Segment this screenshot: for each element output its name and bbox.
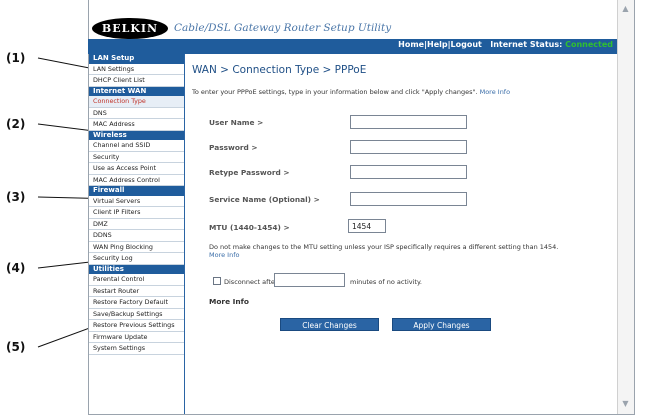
sidebar-item-wan-ping-blocking[interactable]: WAN Ping Blocking (89, 242, 184, 253)
mtu-note: Do not make changes to the MTU setting u… (209, 243, 574, 259)
more-info-link[interactable]: More Info (209, 298, 249, 306)
sidebar-section-internet-wan: Internet WAN (89, 86, 184, 96)
sidebar-section-firewall: Firewall (89, 186, 184, 196)
callout-3: (3) (6, 190, 26, 204)
sidebar-item-system-settings[interactable]: System Settings (89, 343, 184, 355)
sidebar-item-security[interactable]: Security (89, 152, 184, 163)
disconnect-checkbox[interactable] (213, 277, 221, 285)
retype-password-label: Retype Password > (209, 168, 290, 177)
callout-2: (2) (6, 117, 26, 131)
sidebar-item-dns[interactable]: DNS (89, 108, 184, 119)
password-label: Password > (209, 143, 258, 152)
username-label: User Name > (209, 118, 264, 127)
mtu-note-text: Do not make changes to the MTU setting u… (209, 243, 559, 251)
service-name-input[interactable] (350, 192, 467, 206)
internet-status-value: Connected (565, 40, 613, 49)
belkin-logo: BELKIN (92, 18, 168, 39)
vertical-scrollbar[interactable]: ▲ ▼ (617, 0, 634, 414)
internet-status-label: Internet Status: (490, 40, 563, 49)
main-content: WAN > Connection Type > PPPoE To enter y… (192, 54, 612, 414)
scroll-up-icon[interactable]: ▲ (621, 4, 630, 13)
sidebar-item-mac-address-control[interactable]: MAC Address Control (89, 175, 184, 186)
sidebar-item-access-point[interactable]: Use as Access Point (89, 163, 184, 175)
disconnect-suffix: minutes of no activity. (350, 278, 422, 286)
username-input[interactable] (350, 115, 467, 129)
sidebar-item-restart-router[interactable]: Restart Router (89, 286, 184, 297)
app-title: Cable/DSL Gateway Router Setup Utility (174, 22, 392, 34)
sidebar-item-connection-type[interactable]: Connection Type (89, 96, 184, 108)
password-input[interactable] (350, 140, 467, 154)
intro-text: To enter your PPPoE settings, type in yo… (192, 88, 577, 96)
sidebar-item-mac-address[interactable]: MAC Address (89, 119, 184, 131)
top-nav-bar: Home|Help|Logout Internet Status: Connec… (88, 39, 617, 54)
disconnect-prefix: Disconnect after (224, 278, 278, 286)
sidebar-item-restore-previous-settings[interactable]: Restore Previous Settings (89, 320, 184, 332)
service-name-label: Service Name (Optional) > (209, 195, 320, 204)
scroll-down-icon[interactable]: ▼ (621, 399, 630, 408)
help-link[interactable]: Help (427, 40, 448, 49)
mtu-label: MTU (1440-1454) > (209, 223, 290, 232)
sidebar-section-lan-setup: LAN Setup (89, 54, 184, 64)
sidebar-item-security-log[interactable]: Security Log (89, 253, 184, 265)
sidebar-item-restore-factory-default[interactable]: Restore Factory Default (89, 297, 184, 309)
sidebar-item-ddns[interactable]: DDNS (89, 230, 184, 242)
intro-more-info-link[interactable]: More Info (480, 88, 510, 96)
sidebar-item-lan-settings[interactable]: LAN Settings (89, 64, 184, 75)
sidebar-item-parental-control[interactable]: Parental Control (89, 274, 184, 286)
mtu-input[interactable] (348, 219, 386, 233)
sidebar-section-wireless: Wireless (89, 130, 184, 140)
apply-changes-button[interactable]: Apply Changes (392, 318, 491, 331)
sidebar-item-client-ip-filters[interactable]: Client IP Filters (89, 207, 184, 219)
intro-text-body: To enter your PPPoE settings, type in yo… (192, 88, 478, 96)
sidebar-item-dmz[interactable]: DMZ (89, 219, 184, 230)
sidebar: LAN Setup LAN Settings DHCP Client List … (89, 54, 185, 414)
sidebar-item-firmware-update[interactable]: Firmware Update (89, 332, 184, 343)
callout-5: (5) (6, 340, 26, 354)
sidebar-item-channel-ssid[interactable]: Channel and SSID (89, 140, 184, 152)
home-link[interactable]: Home (398, 40, 424, 49)
disconnect-minutes-input[interactable] (274, 273, 345, 287)
page-title: WAN > Connection Type > PPPoE (192, 64, 367, 76)
sidebar-item-save-backup-settings[interactable]: Save/Backup Settings (89, 309, 184, 320)
sidebar-section-utilities: Utilities (89, 264, 184, 274)
sidebar-item-virtual-servers[interactable]: Virtual Servers (89, 196, 184, 207)
top-links: Home|Help|Logout Internet Status: Connec… (398, 40, 613, 49)
callout-1: (1) (6, 51, 26, 65)
logout-link[interactable]: Logout (451, 40, 482, 49)
callout-4: (4) (6, 261, 26, 275)
clear-changes-button[interactable]: Clear Changes (280, 318, 379, 331)
retype-password-input[interactable] (350, 165, 467, 179)
sidebar-item-dhcp-client-list[interactable]: DHCP Client List (89, 75, 184, 87)
mtu-more-info-link[interactable]: More Info (209, 251, 239, 259)
